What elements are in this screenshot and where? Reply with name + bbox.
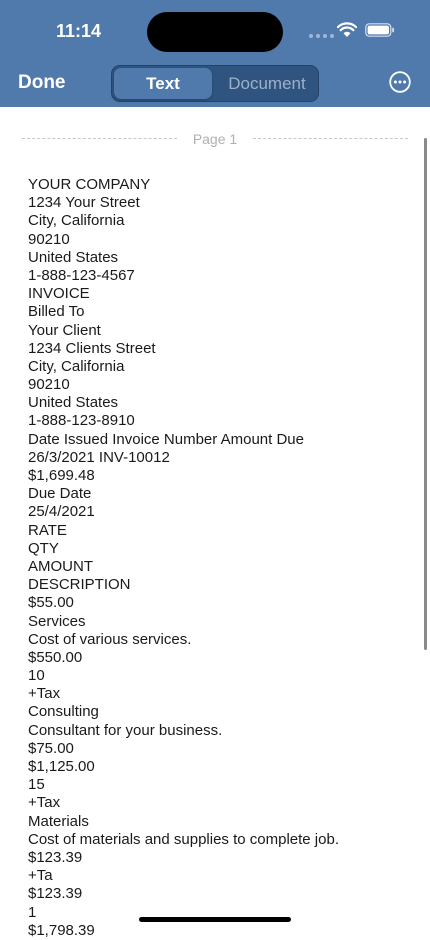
- document-line: +Tax: [28, 794, 61, 812]
- document-line: RATE: [28, 521, 67, 539]
- document-line: $1,125.00: [28, 758, 95, 775]
- document-line: $123.39: [28, 848, 83, 866]
- document-line: INVOICE: [28, 285, 90, 303]
- navigation-bar: 11:14 Done Text Document: [0, 0, 430, 107]
- document-text[interactable]: YOUR COMPANY 1234 Your Street City, Califo…: [28, 176, 339, 940]
- dynamic-island: [147, 12, 283, 52]
- document-line: Cost of various services.: [28, 630, 192, 648]
- document-line: $550.00: [28, 648, 83, 666]
- document-line: Billed To: [28, 303, 85, 321]
- document-line: Date Issued Invoice Number Amount Due: [28, 430, 304, 448]
- document-line: +Tax: [28, 685, 61, 703]
- document-line: YOUR COMPANY: [28, 176, 151, 193]
- document-line: 26/3/2021 INV-10012: [28, 448, 170, 466]
- document-line: 90210: [28, 230, 70, 248]
- document-line: City, California: [28, 212, 125, 230]
- document-line: 10: [28, 667, 45, 685]
- page-divider-right: [253, 138, 408, 139]
- ellipsis-circle-icon[interactable]: [389, 71, 411, 93]
- segment-text[interactable]: Text: [114, 68, 212, 99]
- document-line: United States: [28, 394, 119, 412]
- document-line: 1-888-123-4567: [28, 266, 135, 284]
- document-line: Cost of materials and supplies to comple…: [28, 830, 339, 848]
- document-line: DESCRIPTION: [28, 576, 131, 594]
- document-line: 1-888-123-8910: [28, 412, 135, 430]
- document-line: Consultant for your business.: [28, 721, 223, 739]
- wifi-icon: [337, 22, 357, 37]
- document-line: $1,699.48: [28, 467, 95, 484]
- document-line: $123.39: [28, 885, 83, 903]
- status-time: 11:14: [56, 21, 102, 41]
- document-line: $75.00: [28, 739, 74, 757]
- page-label: Page 1: [192, 131, 238, 147]
- document-line: 90210: [28, 376, 70, 394]
- battery-icon: [365, 23, 394, 37]
- done-button[interactable]: Done: [18, 72, 66, 94]
- cellular-signal-icon: [309, 34, 334, 38]
- document-line: City, California: [28, 357, 125, 375]
- document-line: 1234 Your Street: [28, 194, 140, 212]
- document-line: 25/4/2021: [28, 503, 95, 521]
- document-line: Services: [28, 612, 86, 630]
- document-line: $1,798.39: [28, 921, 95, 939]
- scrollbar[interactable]: [424, 138, 427, 650]
- document-line: 1234 Clients Street: [28, 339, 156, 357]
- home-indicator[interactable]: [139, 917, 291, 922]
- document-line: +Ta: [28, 867, 53, 885]
- page-separator: Page 1: [22, 131, 408, 147]
- document-line: $55.00: [28, 594, 74, 612]
- document-line: Materials: [28, 812, 89, 830]
- segment-document[interactable]: Document: [218, 68, 316, 99]
- document-line: Consulting: [28, 703, 99, 721]
- document-line: Due Date: [28, 485, 92, 503]
- view-mode-segmented-control: Text Document: [111, 65, 319, 102]
- document-line: 15: [28, 776, 45, 794]
- document-line: Your Client: [28, 321, 101, 339]
- document-line: United States: [28, 248, 119, 266]
- document-line: AMOUNT: [28, 557, 93, 575]
- document-line: QTY: [28, 539, 59, 557]
